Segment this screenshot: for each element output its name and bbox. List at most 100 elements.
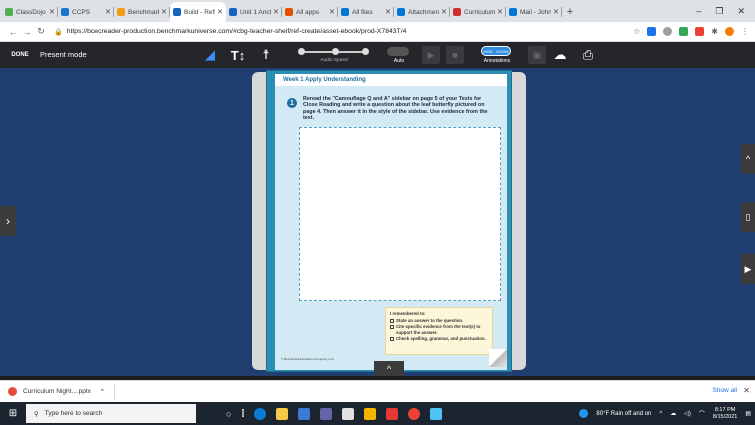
tab-close-icon[interactable]: ✕ — [217, 8, 223, 16]
forward-icon[interactable]: → — [20, 27, 34, 37]
back-icon[interactable]: ← — [6, 27, 20, 37]
taskbar-search[interactable]: ⚲ Type here to search — [26, 404, 196, 423]
minimize-button[interactable]: – — [696, 6, 701, 16]
checklist-box: I remembered to: State an answer to the … — [385, 307, 493, 355]
annotations-switch[interactable]: HIDE SHOW — [481, 46, 511, 56]
lock-app-icon[interactable] — [342, 407, 355, 420]
extension-icon[interactable] — [663, 27, 673, 36]
app-tray-icon[interactable] — [579, 409, 589, 418]
browser-tab[interactable]: Unit 1 Anchor✕ — [226, 2, 282, 22]
browser-tab-strip: ClassDojo✕CCPS✕Benchmark✕Build - Refle✕U… — [0, 0, 755, 22]
done-button[interactable]: DONE — [0, 42, 40, 68]
cloud-icon[interactable]: ☁ — [670, 410, 676, 417]
network-icon[interactable]: ⌒ — [699, 409, 705, 418]
url-field[interactable]: 🔒 https://bcecreader-production.benchmar… — [54, 24, 633, 39]
chevron-up-icon[interactable]: ^ — [101, 388, 104, 395]
windows-start-icon[interactable]: ⊞ — [0, 402, 26, 425]
side-tab-up[interactable]: ^ — [741, 144, 755, 174]
task-view-icon[interactable]: ⫿ — [241, 408, 244, 419]
tab-close-icon[interactable]: ✕ — [161, 8, 167, 16]
tab-close-icon[interactable]: ✕ — [329, 8, 335, 16]
browser-tab[interactable]: CCPS ✕ — [58, 2, 114, 22]
tab-close-icon[interactable]: ✕ — [385, 8, 391, 16]
tab-favicon-icon — [285, 8, 293, 16]
teams-icon[interactable] — [320, 407, 333, 420]
checklist-item[interactable]: Cite specific evidence from the text(s) … — [390, 324, 488, 336]
browser-tab[interactable]: All apps ✕ — [282, 2, 338, 22]
app-icon[interactable] — [386, 407, 399, 420]
menu-icon[interactable]: ⋮ — [741, 27, 749, 36]
browser-tab[interactable]: Mail - John ✕ — [506, 2, 562, 22]
clock[interactable]: 8:17 PM 8/15/2021 — [713, 407, 737, 421]
puzzle-icon[interactable]: ✱ — [711, 27, 718, 36]
app-icon[interactable] — [364, 407, 377, 420]
chevron-up-icon[interactable]: ^ — [659, 411, 662, 417]
store-icon[interactable] — [298, 407, 311, 420]
tab-close-icon[interactable]: ✕ — [553, 8, 559, 16]
tab-close-icon[interactable]: ✕ — [105, 8, 111, 16]
clock-time: 8:17 PM — [714, 406, 736, 413]
auto-switch[interactable] — [387, 47, 409, 56]
audio-speed-slider[interactable]: Audio Speed — [294, 44, 374, 66]
close-window-button[interactable]: ✕ — [737, 6, 745, 17]
tab-label: All apps — [296, 8, 320, 16]
answer-box[interactable] — [299, 127, 501, 301]
reload-icon[interactable]: ↻ — [34, 26, 48, 37]
annotations-toggle[interactable]: HIDE SHOW Annotations — [474, 44, 520, 66]
slider-knob[interactable] — [332, 48, 339, 55]
notification-icon[interactable]: ▤ — [745, 410, 751, 417]
profile-avatar[interactable] — [725, 27, 734, 36]
slider-knob[interactable] — [298, 48, 305, 55]
highlighter-icon[interactable]: ◢ — [202, 46, 218, 64]
edge-icon[interactable] — [254, 407, 267, 420]
show-all-button[interactable]: Show all — [712, 387, 737, 394]
side-tab-flag[interactable]: ▶ — [741, 254, 755, 284]
slider-knob[interactable] — [362, 48, 369, 55]
checkbox[interactable] — [390, 319, 394, 323]
browser-tab[interactable]: ClassDojo ✕ — [2, 2, 58, 22]
restore-button[interactable]: ❐ — [715, 6, 723, 17]
side-tab-menu[interactable]: ▯ — [741, 202, 755, 232]
app-icon[interactable] — [430, 407, 443, 420]
browser-tab[interactable]: All files ✕ — [338, 2, 394, 22]
save-icon[interactable]: ▣ — [528, 46, 546, 64]
browser-tab[interactable]: Curriculum ✕ — [450, 2, 506, 22]
browser-tab[interactable]: Benchmark ✕ — [114, 2, 170, 22]
star-icon[interactable]: ☆ — [633, 27, 640, 36]
page-curl-icon[interactable] — [489, 349, 507, 367]
tab-close-icon[interactable]: ✕ — [497, 8, 503, 16]
pptx-file-icon — [8, 387, 17, 396]
volume-icon[interactable]: ◁) — [684, 410, 691, 417]
auto-toggle[interactable]: Auto — [382, 44, 416, 66]
new-tab-button[interactable]: + — [562, 2, 578, 22]
present-mode-label[interactable]: Present mode — [40, 51, 100, 59]
downloads-bar: Curriculum Night....pptx ^ Show all ✕ — [0, 380, 755, 402]
extension-icon[interactable] — [695, 27, 705, 36]
browser-tab[interactable]: Build - Refle✕ — [170, 2, 226, 22]
download-item[interactable]: Curriculum Night....pptx ^ — [8, 383, 115, 400]
accessibility-icon[interactable]: ☨ — [258, 46, 274, 64]
close-downloads-icon[interactable]: ✕ — [743, 386, 750, 395]
cortana-icon[interactable]: ○ — [226, 409, 231, 419]
print-icon[interactable]: ⎙ — [580, 46, 596, 64]
tab-close-icon[interactable]: ✕ — [273, 8, 279, 16]
extension-icon[interactable] — [679, 27, 689, 36]
checklist-item[interactable]: Check spelling, grammar, and punctuation… — [390, 336, 488, 342]
weather-text[interactable]: 80°F Rain off and on — [596, 411, 651, 417]
previous-page-button[interactable]: › — [0, 206, 16, 236]
file-explorer-icon[interactable] — [276, 407, 289, 420]
checkbox[interactable] — [390, 325, 394, 329]
browser-tab[interactable]: Attachments✕ — [394, 2, 450, 22]
tab-close-icon[interactable]: ✕ — [441, 8, 447, 16]
week-header: Week 1 Apply Understanding — [275, 74, 507, 86]
tab-close-icon[interactable]: ✕ — [49, 8, 55, 16]
extension-icon[interactable] — [647, 27, 657, 36]
checkbox[interactable] — [390, 337, 394, 341]
cloud-upload-icon[interactable]: ☁ — [552, 46, 568, 64]
play-icon[interactable]: ▶ — [422, 46, 440, 64]
text-size-icon[interactable]: T↕ — [230, 46, 246, 64]
address-bar: ← → ↻ 🔒 https://bcecreader-production.be… — [0, 22, 755, 42]
chrome-icon[interactable] — [408, 407, 421, 420]
expand-up-button[interactable]: ^ — [374, 361, 404, 376]
stop-icon[interactable]: ■ — [446, 46, 464, 64]
